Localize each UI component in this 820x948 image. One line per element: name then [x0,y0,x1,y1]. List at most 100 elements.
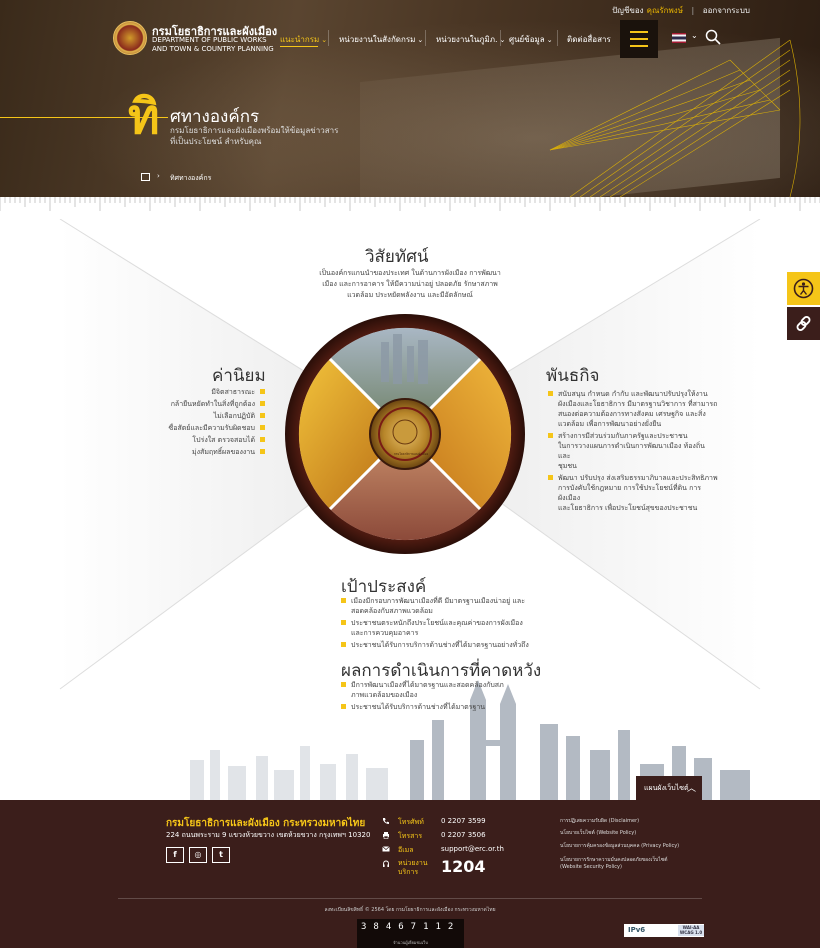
accessibility-button[interactable] [787,272,820,305]
list-item: สร้างการมีส่วนร่วมกับภาครัฐและประชาชน ใน… [548,431,718,471]
list-item-line: สนับสนุน กำหนด กำกับ และพัฒนาปรับปรุงให้… [558,390,708,398]
hamburger-menu-button[interactable] [620,20,658,58]
seal-caption: กรมโยธาธิการและผังเมือง [393,452,429,456]
hamburger-menu-icon [630,38,648,40]
security-policy-link-en[interactable]: (Website Security Policy) [560,864,622,870]
phone-label: โทรศัพท์ [398,818,424,826]
list-item-line: การบังคับใช้กฎหมาย การใช้ประโยชน์ที่ดิน … [558,484,702,502]
list-item-line: ภาพแวดล้อมของเมือง [351,691,418,699]
visitor-counter: 38467112 จำนวนผู้เยี่ยมชมเว็บ [357,919,464,948]
nav-about-label: แนะนำกรม [280,35,320,44]
list-item-line: ในการวางแผนการดำเนินการพัฒนาเมือง ท้องถิ… [558,442,705,460]
nav-about[interactable]: แนะนำกรม ⌄ [280,33,327,46]
list-item-line: เมืองมีกรอบการพัฒนาเมืองที่ดี มีมาตรฐานเ… [351,597,525,605]
nav-divider [425,30,426,46]
logout-link[interactable]: ออกจากระบบ [703,6,750,15]
list-item-line: ชุมชน [558,462,577,470]
visitor-count: 38467112 [361,922,461,932]
list-item: มีจิตสาธารณะ [150,387,265,397]
mail-icon [382,846,390,852]
list-item: ไม่เลือกปฏิบัติ [150,411,265,421]
disclaimer-link[interactable]: การปฏิเสธความรับผิด (Disclaimer) [560,817,639,825]
nav-divider [500,30,501,46]
list-item-line: ผังเมืองและโยธาธิการ มีมาตรฐานวิชาการ ที… [558,400,718,408]
nav-data-center-label: ศูนย์ข้อมูล [509,35,545,44]
outcome-list: มีการพัฒนาเมืองที่ได้มาตรฐานและสอดคล้องก… [341,680,531,714]
nav-regional-units-label: หน่วยงานในภูมิภ. [436,35,498,44]
security-policy-link[interactable]: นโยบายการรักษาความมั่นคงปลอดภัยของเว็บไซ… [560,856,667,864]
list-item-line: สอดคล้องกับสภาพแวดล้อม [351,607,433,615]
vision-text: เป็นองค์กรแกนนำของประเทศ ในด้านการผังเมื… [300,268,520,301]
chevron-down-icon: ⌄ [546,36,553,44]
phone-number[interactable]: 0 2207 3599 [441,817,486,825]
home-icon[interactable] [141,173,150,181]
vision-line: เป็นองค์กรแกนนำของประเทศ ในด้านการผังเมื… [319,269,501,277]
link-icon [796,316,811,331]
thai-flag-language-icon[interactable] [672,33,686,43]
core-values-circle-graphic [285,314,525,554]
chevron-up-icon: ︿ [686,784,696,794]
account-user-link[interactable]: คุณรักพงษ์ [647,6,683,15]
mission-list: สนับสนุน กำหนด กำกับ และพัฒนาปรับปรุงให้… [548,389,718,515]
list-item: สนับสนุน กำหนด กำกับ และพัฒนาปรับปรุงให้… [548,389,718,429]
footer-address: 224 ถนนพระราม 9 แขวงห้วยขวาง เขตห้วยขวาง… [166,831,371,839]
list-item: โปร่งใส ตรวจสอบได้ [150,435,265,445]
twitter-icon[interactable]: t [212,847,230,863]
list-item-line: ประชาชนตระหนักถึงประโยชน์และคุณค่าของการ… [351,619,523,627]
list-item: ประชาชนได้รับบริการด้านช่างที่ได้มาตรฐาน [341,702,531,712]
nav-data-center[interactable]: ศูนย์ข้อมูล ⌄ [509,33,553,46]
page-title-initial: ทิ [128,89,160,145]
website-policy-link[interactable]: นโยบายเว็บไซต์ (Website Policy) [560,829,636,837]
values-title: ค่านิยม [212,366,266,386]
list-item: มีการพัฒนาเมืองที่ได้มาตรฐานและสอดคล้องก… [341,680,531,700]
search-icon[interactable] [705,29,721,45]
page-description-line2: ที่เป็นประโยชน์ สำหรับคุณ [170,137,262,146]
goal-list: เมืองมีกรอบการพัฒนาเมืองที่ดี มีมาตรฐานเ… [341,596,531,652]
org-name-en-line2: AND TOWN & COUNTRY PLANNING [152,45,274,53]
instagram-icon[interactable]: ◎ [189,847,207,863]
vision-line: เมือง และการอาคาร ให้มีความน่าอยู่ ปลอดภ… [322,280,498,288]
wcag-badge: WAI-AA WCAG 1.0 [678,925,704,936]
list-item-line: พัฒนา ปรับปรุง ส่งเสริมธรรมาภิบาลและประส… [558,474,718,482]
hamburger-menu-icon [630,45,648,47]
nav-contact-label: ติดต่อสื่อสาร [567,35,611,44]
list-item-line: สนองต่อความต้องการทางสังคม เศรษฐกิจ และส… [558,410,706,418]
values-list: มีจิตสาธารณะ กล้ายืนหยัดทำในสิ่งที่ถูกต้… [150,387,265,459]
facebook-icon[interactable]: f [166,847,184,863]
quick-links-button[interactable] [787,307,820,340]
breadcrumb-current: ทิศทางองค์กร [170,174,212,182]
org-name-en-line1: DEPARTMENT OF PUBLIC WORKS [152,36,267,44]
list-item: เมืองมีกรอบการพัฒนาเมืองที่ดี มีมาตรฐานเ… [341,596,531,616]
user-topbar: ปัญชีของ คุณรักพงษ์ | ออกจากระบบ [606,4,750,17]
list-item: ประชาชนได้รับการบริการด้านช่างที่ได้มาตร… [341,640,531,650]
list-item-line: และโยธาธิการ เพื่อประโยชน์สุขของประชาชน [558,504,698,512]
list-item-line: มีการพัฒนาเมืองที่ได้มาตรฐานและสอดคล้องก… [351,681,504,689]
hotline-number[interactable]: 1204 [441,857,486,876]
copyright-text: ลงทะเบียนลิขสิทธิ์ © 2564 โดย กรมโยธาธิก… [324,907,496,913]
nav-affiliated-units[interactable]: หน่วยงานในสังกัดกรม ⌄ [339,33,423,46]
headset-icon [383,860,389,867]
privacy-policy-link[interactable]: นโยบายการคุ้มครองข้อมูลส่วนบุคคล (Privac… [560,842,679,850]
printer-icon [383,832,389,839]
compliance-badges[interactable]: IPv6 WAI-AA WCAG 1.0 [624,924,704,937]
list-item-line: และการควบคุมอาคาร [351,629,419,637]
list-item: มุ่งสัมฤทธิ์ผลของงาน [150,447,265,457]
phone-icon [383,818,389,824]
hotline-label-line2: บริการ [398,868,419,876]
nav-contact[interactable]: ติดต่อสื่อสาร [567,33,611,46]
list-item-line: ประชาชนได้รับบริการด้านช่างที่ได้มาตรฐาน [351,703,486,711]
sitemap-label: แผนผังเว็บไซต์ [644,784,689,792]
department-seal-logo[interactable] [113,21,147,55]
sitemap-toggle[interactable]: แผนผังเว็บไซต์ ︿ [636,776,702,800]
vision-title: วิสัยทัศน์ [365,247,429,267]
fax-number: 0 2207 3506 [441,831,486,839]
list-item: พัฒนา ปรับปรุง ส่งเสริมธรรมาภิบาลและประส… [548,473,718,513]
nav-regional-units[interactable]: หน่วยงานในภูมิภ. ⌄ [436,33,505,46]
footer-divider [118,898,702,899]
list-item-line: ประชาชนได้รับการบริการด้านช่างที่ได้มาตร… [351,641,529,649]
chevron-down-icon[interactable]: ⌄ [691,31,698,40]
chevron-down-icon: ⌄ [417,36,424,44]
list-item-line: สร้างการมีส่วนร่วมกับภาครัฐและประชาชน [558,432,688,440]
fax-label: โทรสาร [398,832,423,840]
email-address[interactable]: support@erc.or.th [441,845,504,853]
